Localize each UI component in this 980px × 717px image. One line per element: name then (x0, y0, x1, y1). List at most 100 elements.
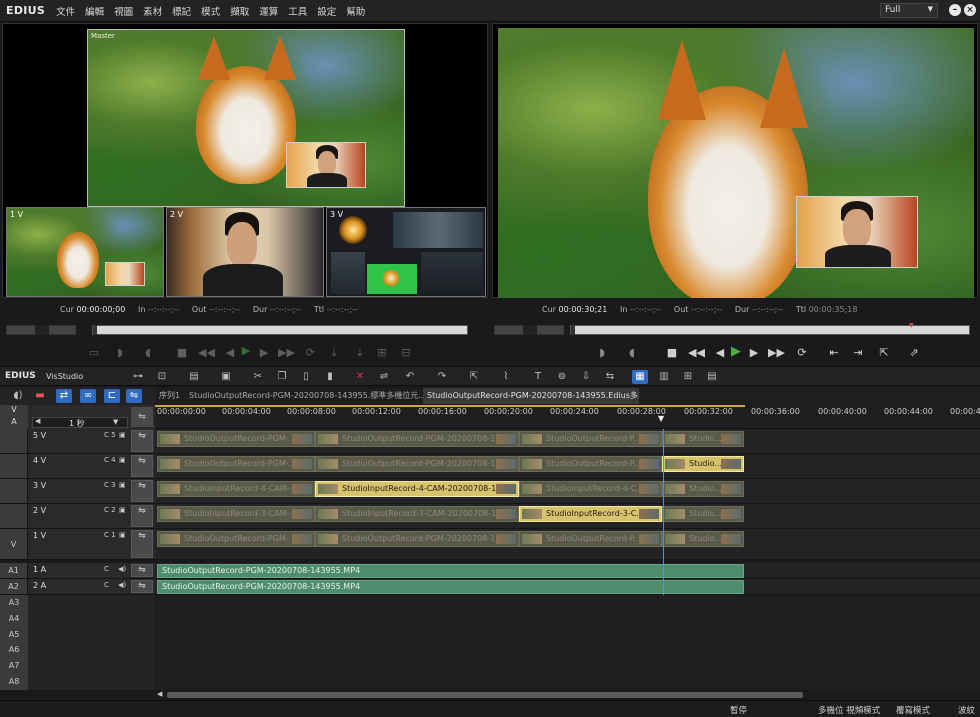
prev-edit-icon[interactable]: ⇤ (826, 346, 842, 359)
mute-icon[interactable]: ▣ (119, 506, 126, 514)
source-scrubber[interactable] (92, 325, 468, 335)
rewind-icon[interactable]: ◀◀ (688, 346, 705, 359)
ripple-mode-icon[interactable]: ⇄ (56, 389, 72, 403)
menu-edit[interactable]: 編輯 (85, 4, 104, 18)
step-forward-icon[interactable]: ▶ (746, 346, 762, 359)
track-id[interactable]: A8 (0, 674, 28, 690)
scroll-thumb[interactable] (167, 692, 803, 698)
cut-icon[interactable]: ✂ (250, 370, 266, 384)
set-out-icon[interactable]: ◖ (624, 346, 640, 359)
next-edit-icon[interactable]: ⇥ (850, 346, 866, 359)
track-header-1v[interactable]: V 1 V C 1 ▣ ⇋ (0, 529, 155, 560)
speaker-icon[interactable]: ◀) (118, 581, 126, 589)
mute-icon[interactable]: ▣ (119, 431, 126, 439)
ripple-icon[interactable]: ⇌ (376, 370, 392, 384)
mute-icon[interactable]: ▣ (119, 456, 126, 464)
track-target[interactable] (0, 454, 28, 478)
menu-settings[interactable]: 設定 (317, 4, 336, 18)
multicam-icon[interactable]: ⊞ (680, 370, 696, 384)
close-icon[interactable]: × (964, 4, 976, 16)
clip-selected[interactable]: Studio... (662, 456, 744, 472)
tab-standard-multicam[interactable]: StudioOutputRecord-PGM-20200708-143955.標… (185, 388, 423, 404)
mute-icon[interactable]: ▣ (119, 481, 126, 489)
insert-to-timeline-icon[interactable]: ⊞ (374, 346, 390, 359)
menu-tools[interactable]: 工具 (288, 4, 307, 18)
cam-2-preview[interactable]: 2 V (166, 207, 324, 297)
export-icon[interactable]: ⇱ (876, 346, 892, 359)
mixer-icon[interactable]: ⊶ (130, 370, 146, 384)
timeline-view-icon[interactable]: ▦ (632, 370, 648, 384)
settings-icon[interactable]: ▤ (704, 370, 720, 384)
track-id[interactable]: A3 (0, 595, 28, 611)
cam-3-preview[interactable]: 3 V (326, 207, 486, 297)
stop-icon[interactable]: ■ (174, 346, 190, 359)
chevron-left-icon[interactable]: ◀ (157, 690, 162, 698)
clip[interactable]: StudioOutputRecord-P... (519, 456, 662, 472)
set-out-icon[interactable]: ◖ (140, 346, 156, 359)
delete-icon[interactable]: ✕ (352, 370, 368, 384)
track-id[interactable]: A2 (0, 579, 28, 594)
clip[interactable]: StudioInputRecord-3-CAM-... (157, 506, 315, 522)
link-icon[interactable]: ∞ (80, 389, 96, 403)
loop-icon[interactable]: ⟳ (302, 346, 318, 359)
clip-selected[interactable]: StudioInputRecord-4-CAM-20200708-1... (315, 481, 519, 497)
step-forward-icon[interactable]: ▶ (256, 346, 272, 359)
sync-lock-icon[interactable]: ⇋ (131, 564, 153, 577)
title-icon[interactable]: T (530, 370, 546, 384)
track-header-4v[interactable]: 4 V C 4 ▣ ⇋ (0, 454, 155, 479)
overwrite-to-timeline-icon[interactable]: ⊟ (398, 346, 414, 359)
insert-icon[interactable]: ⤓ (326, 346, 342, 360)
stop-icon[interactable]: ■ (664, 346, 680, 359)
export-file-icon[interactable]: ⇩ (578, 370, 594, 384)
clip[interactable]: StudioOutputRecord-PGM-... (157, 531, 315, 547)
clip[interactable]: Studio... (662, 431, 744, 447)
play-icon[interactable]: ▶ (238, 344, 254, 357)
track-header-a2[interactable]: A2 2 A C ◀) ⇋ (0, 579, 155, 595)
tab-edius-multicam[interactable]: StudioOutputRecord-PGM-20200708-143955.E… (423, 388, 639, 404)
clip[interactable]: StudioInputRecord-3-CAM-20200708-1... (315, 506, 519, 522)
paste-attr-icon[interactable]: ▮ (322, 370, 338, 384)
copy-icon[interactable]: ❐ (274, 370, 290, 384)
render-icon[interactable]: ⊚ (554, 370, 570, 384)
snap-icon[interactable]: ⌇ (498, 370, 514, 384)
menu-file[interactable]: 文件 (56, 4, 75, 18)
clip[interactable]: StudioInputRecord-4-C... (519, 481, 662, 497)
tab-sequence-1[interactable]: 序列1 (155, 388, 185, 404)
clip[interactable]: Studio... (662, 481, 744, 497)
set-in-icon[interactable]: ◗ (112, 346, 128, 359)
track-target[interactable] (0, 479, 28, 503)
track-id[interactable]: A1 (0, 563, 28, 578)
record-icon[interactable]: ▬ (32, 389, 48, 403)
sync-lock-icon[interactable]: ⇋ (131, 580, 153, 593)
speaker-icon[interactable]: ◀) (118, 565, 126, 573)
track-id[interactable]: A4 (0, 611, 28, 627)
fast-forward-icon[interactable]: ▶▶ (278, 346, 295, 359)
redo-icon[interactable]: ↷ (434, 370, 450, 384)
sync-lock-icon[interactable]: ⇋ (131, 430, 153, 452)
menu-marker[interactable]: 標記 (172, 4, 191, 18)
save-icon[interactable]: ▣ (218, 370, 234, 384)
clip[interactable]: StudioOutputRecord-PGM-... (157, 431, 315, 447)
clip[interactable]: StudioOutputRecord-P... (519, 431, 662, 447)
record-shuttle[interactable] (494, 325, 564, 335)
sync-lock-icon[interactable]: ⇋ (131, 480, 153, 502)
mute-icon[interactable]: ▣ (119, 531, 126, 539)
menu-render[interactable]: 運算 (259, 4, 278, 18)
track-id[interactable]: A5 (0, 627, 28, 643)
overwrite-icon[interactable]: ⇣ (352, 346, 368, 359)
track-target[interactable]: V (0, 529, 28, 559)
clip[interactable]: StudioOutputRecord-PGM-20200708-1... (315, 431, 519, 447)
sync-lock-icon[interactable]: ⇋ (131, 530, 153, 558)
step-back-icon[interactable]: ◀ (712, 346, 728, 359)
output-icon[interactable]: ⇗ (906, 346, 922, 359)
set-in-icon[interactable]: ◗ (594, 346, 610, 359)
menu-help[interactable]: 幫助 (346, 4, 365, 18)
audio-icon[interactable]: ◖) (10, 389, 26, 403)
marker-icon[interactable]: ⇱ (466, 370, 482, 384)
menu-mode[interactable]: 模式 (201, 4, 220, 18)
clip[interactable]: StudioOutputRecord-P... (519, 531, 662, 547)
clip[interactable]: StudioOutputRecord-PGM-20200708-1... (315, 531, 519, 547)
step-back-icon[interactable]: ◀ (222, 346, 238, 359)
fast-forward-icon[interactable]: ▶▶ (768, 346, 785, 359)
clip[interactable]: StudioOutputRecord-PGM-20200708-1... (315, 456, 519, 472)
